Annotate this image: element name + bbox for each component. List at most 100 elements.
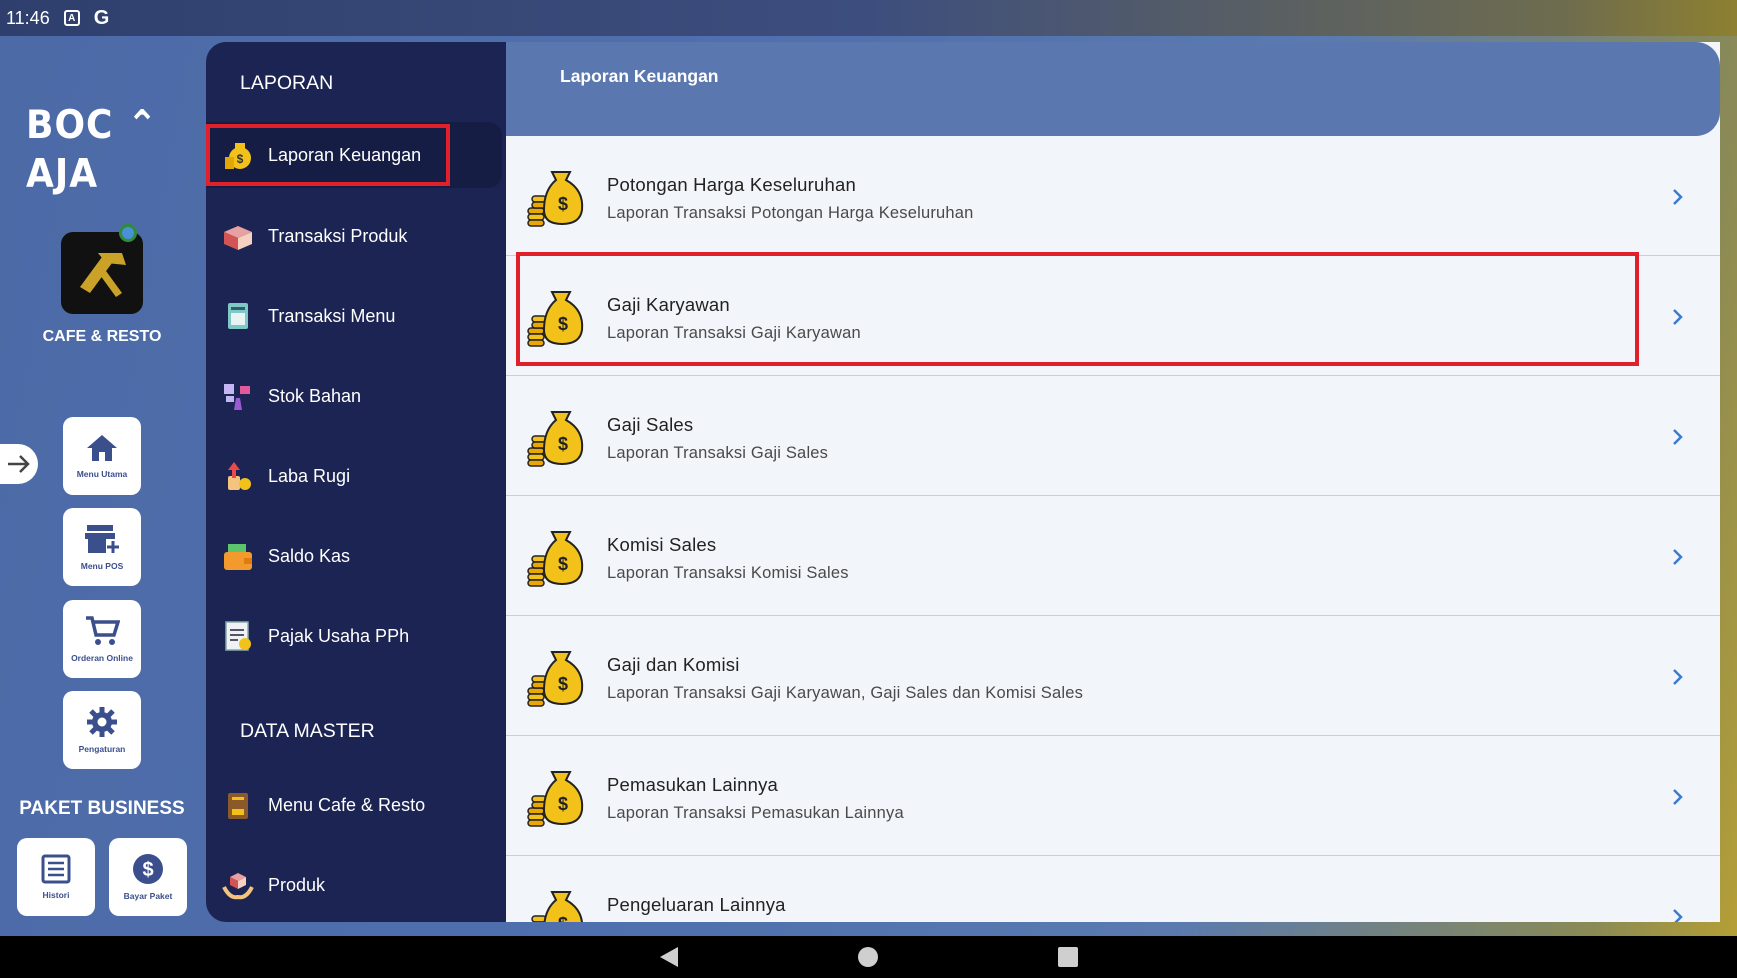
money-bag-icon: $ [526, 644, 586, 708]
box-icon [222, 220, 254, 252]
report-row-subtitle: Laporan Transaksi Potongan Harga Keselur… [607, 204, 974, 222]
sidebar-item-transaksi-menu[interactable]: Transaksi Menu [206, 283, 502, 349]
chevron-right-icon[interactable] [1666, 786, 1688, 808]
bayar-paket-button[interactable]: $ Bayar Paket [109, 838, 187, 916]
brand-logo: BOC ⌃ AJA [26, 102, 159, 197]
recents-icon[interactable] [1057, 947, 1078, 967]
report-row-subtitle: Laporan Transaksi Gaji Sales [607, 444, 829, 462]
sidebar-item-label: Saldo Kas [268, 545, 351, 566]
online-indicator [119, 224, 137, 242]
sidebar-item-label: Produk [268, 874, 326, 895]
dollar-icon: $ [133, 854, 163, 884]
report-row[interactable]: $ Gaji dan Komisi Laporan Transaksi Gaji K… [506, 616, 1720, 736]
store-add-icon [85, 525, 119, 553]
report-row-title: Pemasukan Lainnya [607, 774, 779, 795]
highlight-box [206, 124, 450, 186]
sidebar-item-transaksi-produk[interactable]: Transaksi Produk [206, 203, 502, 269]
product-hands-icon [222, 869, 254, 901]
report-row[interactable]: $ Potongan Harga Keseluruhan Laporan Trans… [506, 136, 1720, 256]
bayar-paket-label: Bayar Paket [123, 891, 173, 901]
svg-text:$: $ [558, 794, 568, 814]
stock-icon [222, 380, 254, 412]
orderan-online-label: Orderan Online [71, 653, 133, 663]
money-bag-icon: $ [526, 764, 586, 828]
home-circle-icon[interactable] [857, 947, 878, 967]
android-nav-bar [0, 936, 1737, 978]
chevron-right-icon[interactable] [1666, 906, 1688, 922]
menu-utama-label: Menu Utama [76, 469, 128, 479]
sidebar-item-menu-cafe[interactable]: Menu Cafe & Resto [206, 772, 502, 838]
cart-icon [86, 616, 120, 645]
sidebar-item-label: Laba Rugi [268, 465, 351, 486]
sidebar-item-saldo-kas[interactable]: Saldo Kas [206, 523, 502, 589]
google-icon: G [93, 6, 110, 29]
hammer-icon [80, 253, 126, 297]
pengaturan-label: Pengaturan [78, 744, 126, 754]
report-row[interactable]: $ Gaji Sales Laporan Transaksi Gaji Sales [506, 376, 1720, 496]
sidebar-item-stok-bahan[interactable]: Stok Bahan [206, 363, 502, 429]
profit-icon [222, 460, 254, 492]
chevron-right-icon[interactable] [1666, 306, 1688, 328]
section-data-master: DATA MASTER [240, 720, 375, 742]
pengaturan-button[interactable]: Pengaturan [63, 691, 141, 769]
orderan-online-button[interactable]: Orderan Online [63, 600, 141, 678]
section-laporan: LAPORAN [240, 72, 334, 94]
tax-icon [222, 620, 254, 652]
sidebar-item-pajak-usaha[interactable]: Pajak Usaha PPh [206, 603, 502, 669]
sidebar-item-produk[interactable]: Produk [206, 852, 502, 918]
svg-text:$: $ [558, 914, 568, 922]
menu-pos-label: Menu POS [80, 561, 124, 571]
chevron-right-icon[interactable] [1666, 666, 1688, 688]
a-notification-icon: A [63, 10, 80, 26]
wallet-icon [222, 540, 254, 572]
app-logo-tile [61, 232, 143, 314]
money-bag-icon: $ [526, 404, 586, 468]
report-row-subtitle: Laporan Transaksi Pemasukan Lainnya [607, 804, 904, 822]
report-row-title: Pengeluaran Lainnya [607, 894, 786, 915]
page-title: Laporan Keuangan [506, 42, 1720, 136]
list-icon [41, 854, 71, 884]
sidebar-item-label: Stok Bahan [268, 385, 362, 406]
money-bag-icon: $ [526, 884, 586, 922]
status-time: 11:46 [6, 7, 50, 28]
menu-utama-button[interactable]: Menu Utama [63, 417, 141, 495]
sidebar-item-label: Menu Cafe & Resto [268, 794, 426, 815]
chevron-right-icon[interactable] [1666, 426, 1688, 448]
gear-icon [87, 707, 117, 737]
svg-text:$: $ [558, 434, 568, 454]
sidebar-item-label: Transaksi Produk [268, 225, 408, 246]
svg-text:$: $ [142, 859, 153, 881]
histori-label: Histori [42, 890, 70, 900]
report-content: Laporan Keuangan $ Potongan Harga Keselur… [506, 42, 1720, 922]
status-bar: 11:46 A G [0, 0, 1737, 36]
money-bag-icon: $ [526, 164, 586, 228]
report-row-title: Gaji Sales [607, 414, 694, 435]
chevron-right-icon[interactable] [1666, 186, 1688, 208]
home-icon [87, 435, 117, 461]
menu-card-icon [222, 300, 254, 332]
svg-text:$: $ [558, 194, 568, 214]
sidebar-item-label: Pajak Usaha PPh [268, 625, 410, 646]
svg-text:$: $ [558, 674, 568, 694]
report-row[interactable]: $ Pemasukan Lainnya Laporan Transaksi Pema… [506, 736, 1720, 856]
back-icon[interactable] [659, 947, 678, 967]
report-row-title: Komisi Sales [607, 534, 717, 555]
report-row-subtitle: Laporan Transaksi Komisi Sales [607, 564, 849, 582]
menu-book-icon [222, 789, 254, 821]
report-row[interactable]: $ Komisi Sales Laporan Transaksi Komisi Sa… [506, 496, 1720, 616]
report-sidebar: LAPORAN $ Laporan Keuangan Transaksi Pro… [206, 42, 506, 922]
money-bag-icon: $ [526, 524, 586, 588]
arrow-right-icon [8, 455, 30, 473]
chevron-right-icon[interactable] [1666, 546, 1688, 568]
expand-rail-button[interactable] [0, 444, 38, 484]
brand-subtitle: CAFE & RESTO [42, 328, 162, 345]
report-row-title: Gaji dan Komisi [607, 654, 740, 675]
histori-button[interactable]: Histori [17, 838, 95, 916]
menu-pos-button[interactable]: Menu POS [63, 508, 141, 586]
paket-label: PAKET BUSINESS [19, 798, 185, 819]
highlight-box [516, 252, 1639, 366]
report-row-title: Potongan Harga Keseluruhan [607, 174, 856, 195]
sidebar-item-laba-rugi[interactable]: Laba Rugi [206, 443, 502, 509]
svg-text:$: $ [558, 554, 568, 574]
report-row[interactable]: $Pengeluaran LainnyaLaporan Transaksi Pe… [506, 856, 1720, 922]
